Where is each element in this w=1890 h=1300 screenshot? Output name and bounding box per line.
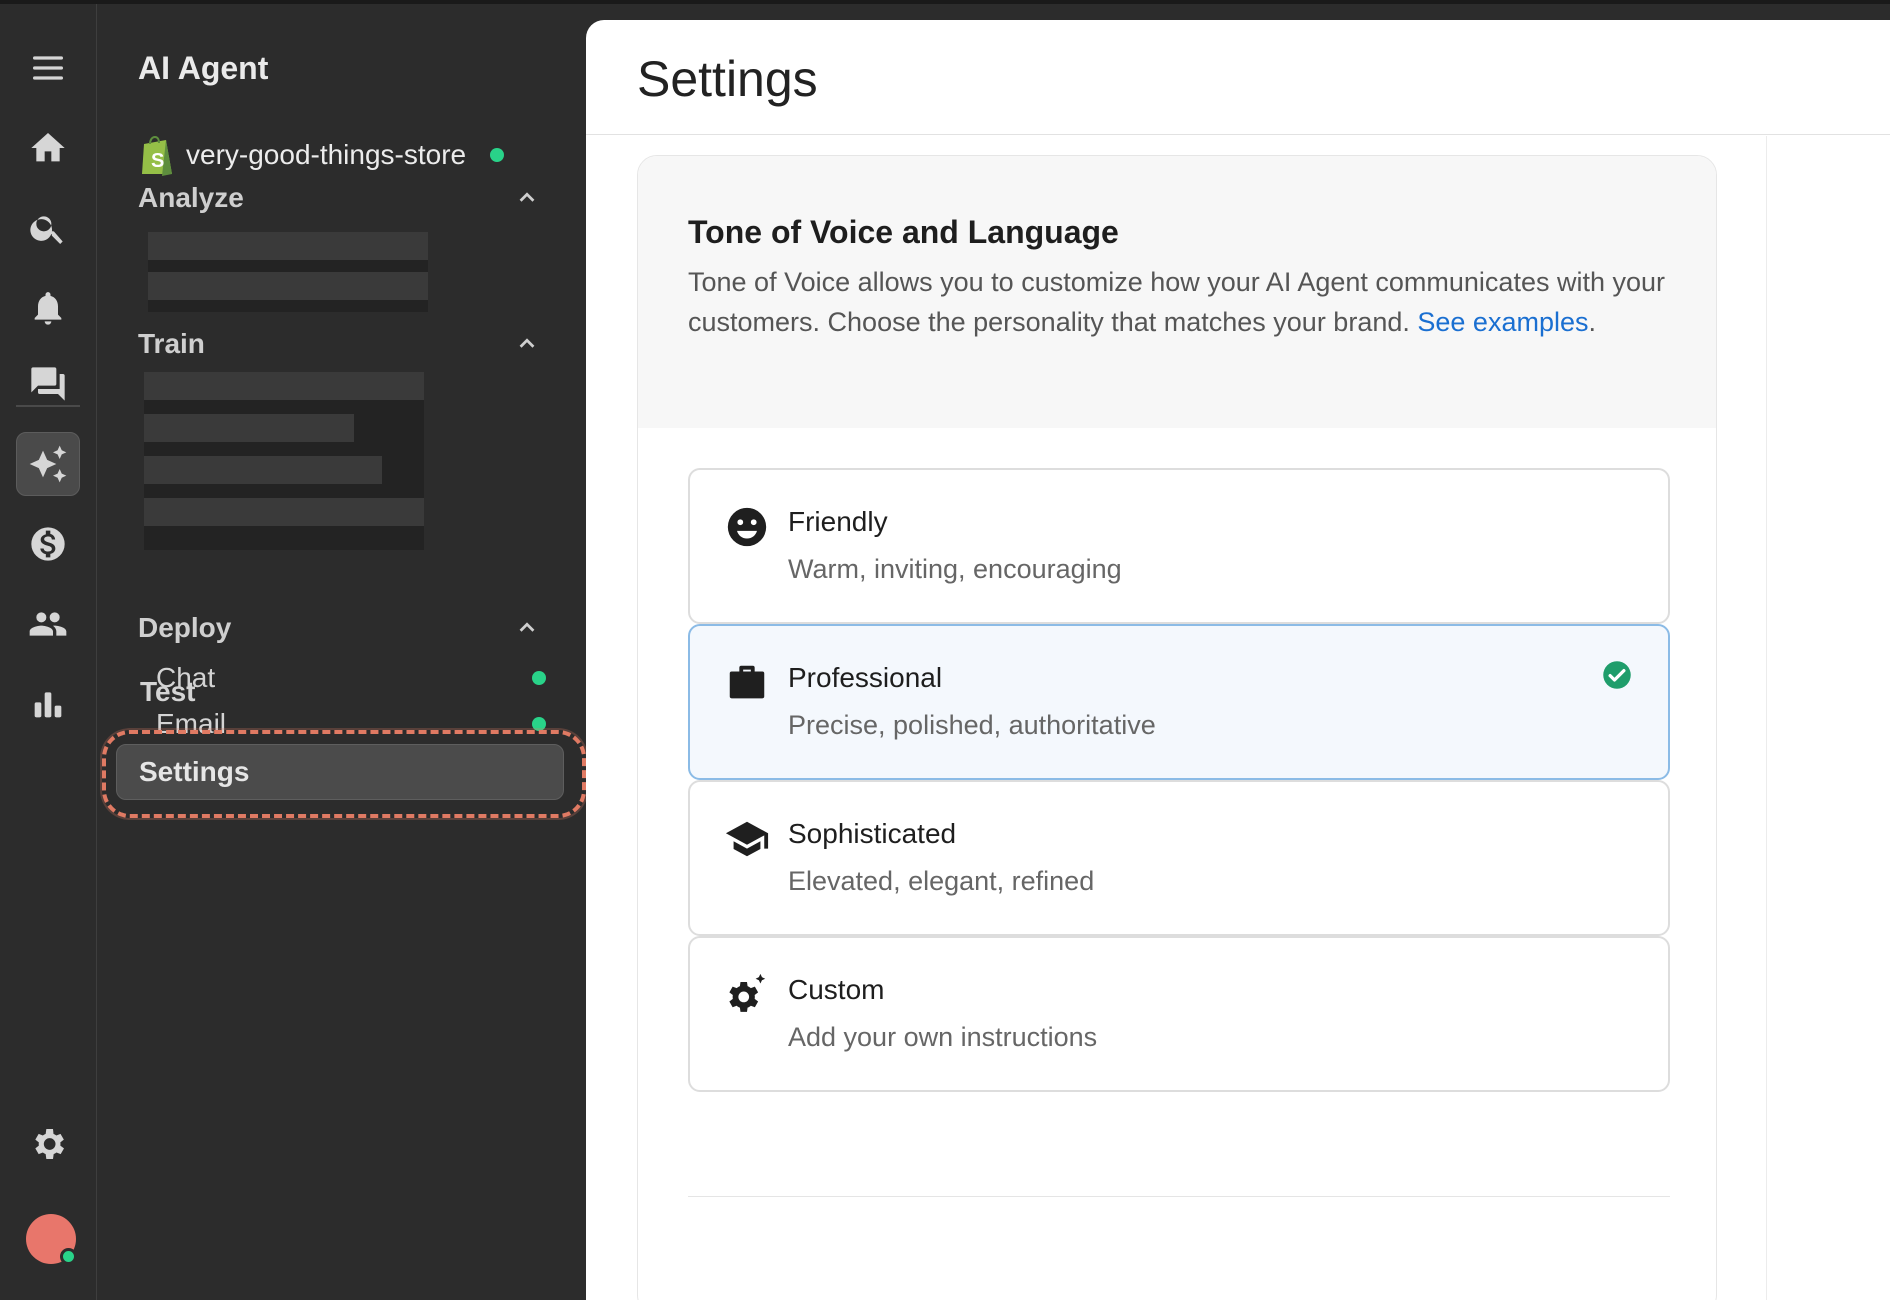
redacted-train-item — [144, 372, 424, 400]
option-title: Professional — [788, 662, 943, 693]
sidebar-item-settings-label: Settings — [139, 756, 250, 787]
menu-icon[interactable] — [16, 36, 80, 100]
redacted-train-item — [144, 414, 354, 442]
tone-option-friendly[interactable]: Friendly Warm, inviting, encouraging — [688, 468, 1670, 624]
home-icon[interactable] — [16, 116, 80, 180]
option-title: Friendly — [788, 506, 888, 537]
store-status-dot — [490, 148, 505, 162]
icon-rail — [0, 4, 97, 1300]
briefcase-icon — [724, 660, 770, 706]
tone-card-header: Tone of Voice and Language Tone of Voice… — [638, 156, 1716, 428]
store-selector[interactable]: S very-good-things-store — [138, 134, 505, 176]
graduation-cap-icon — [724, 816, 770, 862]
search-icon[interactable] — [16, 196, 80, 260]
section-deploy-label: Deploy — [138, 612, 232, 643]
sidebar-item-chat[interactable]: Chat — [156, 662, 546, 694]
page-title: Settings — [637, 51, 818, 107]
gear-sparkle-icon — [724, 972, 770, 1018]
chevron-up-icon — [519, 622, 535, 632]
tone-option-professional[interactable]: Professional Precise, polished, authorit… — [688, 624, 1670, 780]
chevron-up-icon — [519, 338, 535, 348]
redacted-analyze-item — [148, 232, 428, 260]
tone-option-sophisticated[interactable]: Sophisticated Elevated, elegant, refined — [688, 780, 1670, 936]
redacted-train-item — [144, 456, 382, 484]
sidebar-item-chat-label: Chat — [156, 662, 216, 693]
bar-chart-icon[interactable] — [16, 672, 80, 736]
option-subtitle: Elevated, elegant, refined — [788, 866, 1095, 896]
shopify-logo-icon: S — [142, 135, 172, 176]
section-deploy[interactable]: Deploy — [138, 612, 538, 644]
chevron-up-icon — [519, 192, 535, 202]
svg-text:S: S — [151, 150, 164, 172]
option-title: Custom — [788, 974, 885, 1005]
email-status-dot — [532, 717, 546, 731]
chat-bubbles-icon[interactable] — [16, 352, 80, 416]
sidebar-item-email-label: Email — [156, 708, 227, 739]
card-divider — [688, 1196, 1670, 1197]
section-analyze-label: Analyze — [138, 182, 244, 213]
online-status-dot — [60, 1248, 77, 1265]
check-circle-icon — [1603, 661, 1631, 689]
sidebar-item-settings[interactable]: Settings — [116, 744, 564, 800]
tone-option-custom[interactable]: Custom Add your own instructions — [688, 936, 1670, 1092]
section-train-label: Train — [138, 328, 205, 359]
see-examples-link[interactable]: See examples — [1417, 307, 1588, 337]
tone-card-title: Tone of Voice and Language — [688, 214, 1119, 250]
page-header: Settings — [586, 20, 1890, 135]
option-title: Sophisticated — [788, 818, 957, 849]
dollar-icon[interactable] — [16, 512, 80, 576]
option-subtitle: Add your own instructions — [788, 1022, 1098, 1052]
redacted-analyze-item — [148, 272, 428, 300]
store-name: very-good-things-store — [186, 139, 467, 170]
right-side-panel — [1766, 136, 1890, 1300]
main-content: Settings Tone of Voice and Language Tone… — [586, 20, 1890, 1300]
ai-agent-sidebar: AI Agent S very-good-things-store Analyz… — [98, 4, 586, 1300]
gear-icon[interactable] — [16, 1112, 80, 1176]
app-title: AI Agent — [138, 50, 269, 86]
redacted-train-item — [144, 498, 424, 526]
users-icon[interactable] — [16, 592, 80, 656]
section-train[interactable]: Train — [138, 328, 538, 360]
section-analyze[interactable]: Analyze — [138, 182, 538, 214]
smiley-icon — [724, 504, 770, 550]
tone-card-description: Tone of Voice allows you to customize ho… — [688, 262, 1688, 342]
sidebar-item-email[interactable]: Email — [156, 708, 546, 740]
option-subtitle: Warm, inviting, encouraging — [788, 554, 1122, 584]
sparkles-icon[interactable] — [16, 432, 80, 496]
description-period: . — [1588, 307, 1597, 337]
option-subtitle: Precise, polished, authoritative — [788, 710, 1156, 740]
tone-of-voice-card: Tone of Voice and Language Tone of Voice… — [637, 155, 1717, 1300]
bell-icon[interactable] — [16, 276, 80, 340]
chat-status-dot — [532, 671, 546, 685]
